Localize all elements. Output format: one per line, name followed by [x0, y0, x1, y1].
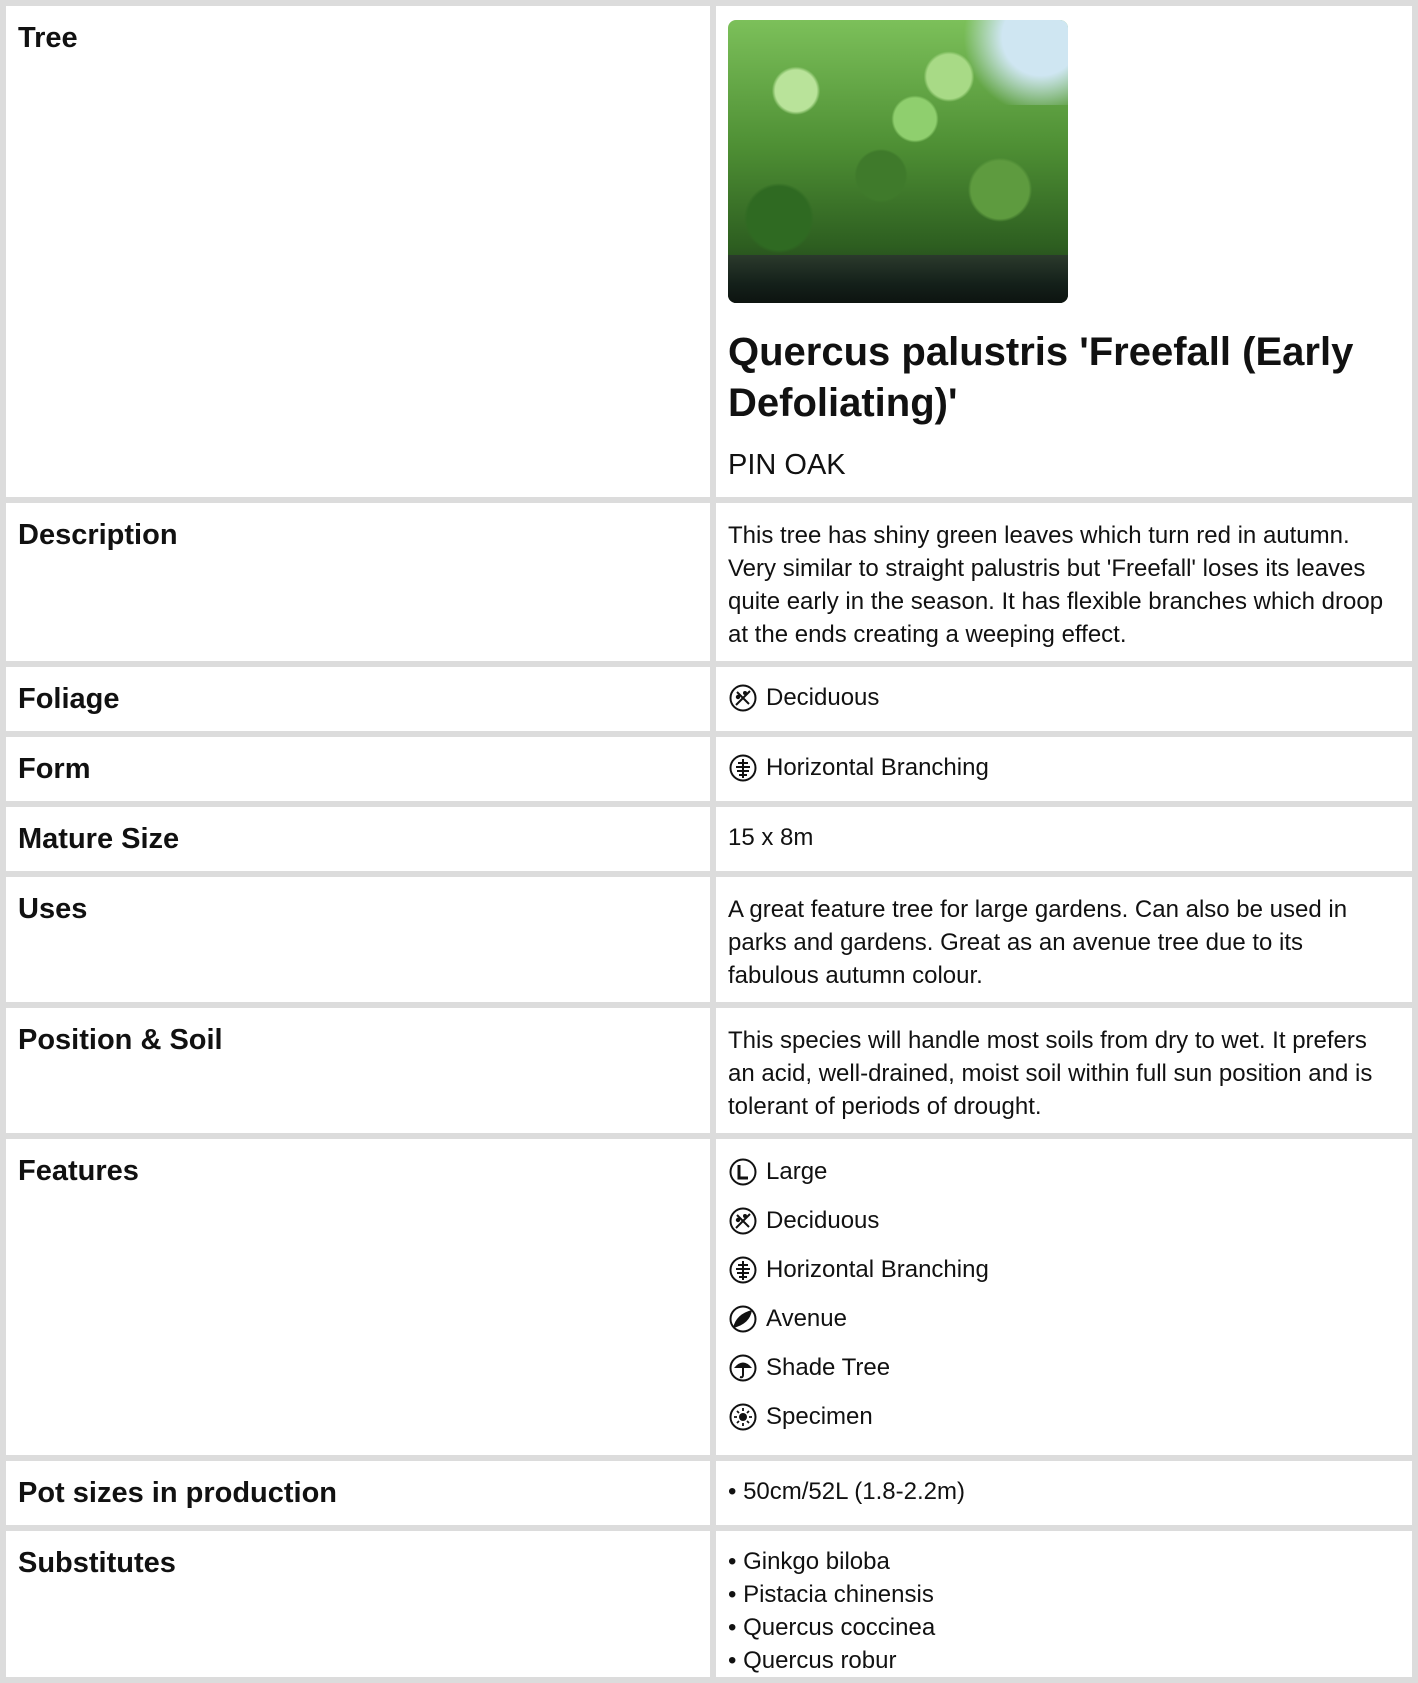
horizontal-branching-icon	[728, 1255, 758, 1285]
features-cell: Large Deciduous Horizontal Branching Ave…	[716, 1139, 1412, 1455]
feature-item: Deciduous	[728, 1204, 1400, 1237]
shade-tree-icon	[728, 1353, 758, 1383]
form-cell: Horizontal Branching	[716, 737, 1412, 801]
features-label: Features	[6, 1139, 710, 1455]
mature-size-value: 15 x 8m	[716, 807, 1412, 871]
form-row: Form Horizontal Branching	[6, 737, 1412, 801]
position-soil-label: Position & Soil	[6, 1008, 710, 1133]
tree-botanical-name: Quercus palustris 'Freefall (Early Defol…	[728, 330, 1354, 425]
foliage-cell: Deciduous	[716, 667, 1412, 731]
tree-row: Tree Quercus palustris 'Freefall (Early …	[6, 6, 1412, 497]
description-text: This tree has shiny green leaves which t…	[716, 503, 1412, 661]
uses-text: A great feature tree for large gardens. …	[716, 877, 1412, 1002]
substitute-item: • Quercus robur	[728, 1647, 897, 1674]
deciduous-icon	[728, 683, 758, 713]
mature-size-label: Mature Size	[6, 807, 710, 871]
uses-row: Uses A great feature tree for large gard…	[6, 877, 1412, 1002]
feature-label: Specimen	[766, 1403, 873, 1430]
substitute-item: • Pistacia chinensis	[728, 1581, 934, 1608]
foliage-label: Foliage	[6, 667, 710, 731]
substitute-item: • Ginkgo biloba	[728, 1548, 890, 1575]
feature-item: Avenue	[728, 1302, 1400, 1335]
feature-label: Deciduous	[766, 1207, 880, 1234]
tree-label: Tree	[6, 6, 710, 497]
tree-cell: Quercus palustris 'Freefall (Early Defol…	[716, 6, 1412, 497]
deciduous-icon	[728, 1206, 758, 1236]
mature-size-row: Mature Size 15 x 8m	[6, 807, 1412, 871]
pot-sizes-cell: • 50cm/52L (1.8-2.2m)	[716, 1461, 1412, 1525]
substitutes-cell: • Ginkgo biloba • Pistacia chinensis • Q…	[716, 1531, 1412, 1677]
position-soil-text: This species will handle most soils from…	[716, 1008, 1412, 1133]
horizontal-branching-icon	[728, 753, 758, 783]
pot-size-item: • 50cm/52L (1.8-2.2m)	[728, 1478, 965, 1505]
feature-label: Large	[766, 1158, 828, 1185]
description-label: Description	[6, 503, 710, 661]
form-value: Horizontal Branching	[766, 754, 989, 781]
feature-label: Avenue	[766, 1305, 847, 1332]
foliage-row: Foliage Deciduous	[6, 667, 1412, 731]
avenue-icon	[728, 1304, 758, 1334]
form-label: Form	[6, 737, 710, 801]
description-row: Description This tree has shiny green le…	[6, 503, 1412, 661]
pot-sizes-row: Pot sizes in production • 50cm/52L (1.8-…	[6, 1461, 1412, 1525]
tree-photo	[728, 20, 1068, 303]
plant-spec-table: Tree Quercus palustris 'Freefall (Early …	[0, 0, 1418, 1683]
pot-sizes-label: Pot sizes in production	[6, 1461, 710, 1525]
feature-item: Large	[728, 1155, 1400, 1188]
uses-label: Uses	[6, 877, 710, 1002]
feature-item: Specimen	[728, 1400, 1400, 1433]
specimen-icon	[728, 1402, 758, 1432]
feature-label: Horizontal Branching	[766, 1256, 989, 1283]
features-row: Features Large Deciduous Horizontal Bran…	[6, 1139, 1412, 1455]
substitutes-label: Substitutes	[6, 1531, 710, 1677]
feature-item: Shade Tree	[728, 1351, 1400, 1384]
feature-label: Shade Tree	[766, 1354, 891, 1381]
feature-item: Horizontal Branching	[728, 1253, 1400, 1286]
position-soil-row: Position & Soil This species will handle…	[6, 1008, 1412, 1133]
tree-common-name: PIN OAK	[728, 449, 846, 481]
substitutes-row: Substitutes • Ginkgo biloba • Pistacia c…	[6, 1531, 1412, 1677]
substitute-item: • Quercus coccinea	[728, 1614, 936, 1641]
foliage-value: Deciduous	[766, 684, 880, 711]
large-icon	[728, 1157, 758, 1187]
